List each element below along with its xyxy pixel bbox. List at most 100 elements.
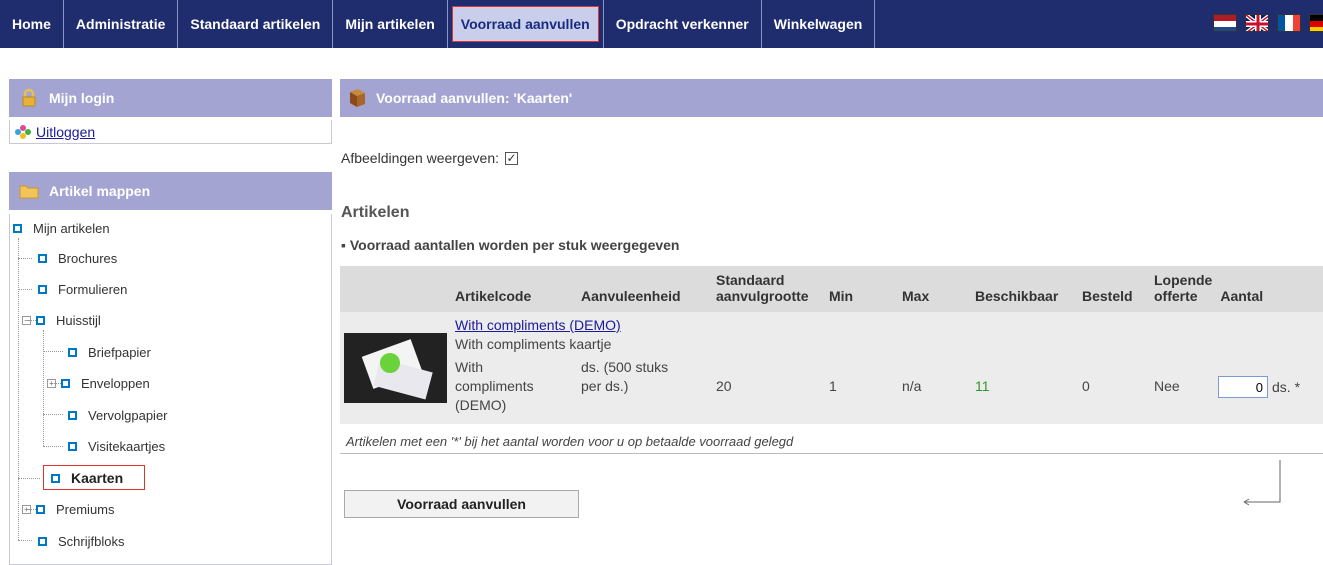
column-header-quantity: Aantal <box>1216 266 1323 312</box>
column-header-standard: Standaard aanvulgrootte <box>712 266 825 312</box>
briefcase-icon <box>350 89 365 107</box>
nav-home[interactable]: Home <box>0 0 64 48</box>
folder-icon <box>19 185 39 199</box>
folder-node-icon <box>38 284 47 294</box>
column-header-standard-line2: aanvulgrootte <box>716 288 809 304</box>
article-code: With compliments (DEMO) <box>451 358 577 415</box>
folder-node-icon <box>51 473 60 483</box>
tree-label: Huisstijl <box>56 312 101 328</box>
table-row: With compliments (DEMO) With compliments… <box>340 312 1323 424</box>
article-code-line1: With <box>455 359 483 375</box>
login-panel-title: Mijn login <box>49 90 115 106</box>
quantity-unit: ds. * <box>1272 378 1301 395</box>
tree-item-premiums[interactable]: + Premiums <box>22 499 115 519</box>
footnote: Artikelen met een '*' bij het aantal wor… <box>340 430 1323 454</box>
show-images-label: Afbeeldingen weergeven: <box>341 150 500 166</box>
column-header-available: Beschikbaar <box>971 266 1078 312</box>
product-description: With compliments kaartje <box>455 336 612 352</box>
german-flag-icon[interactable] <box>1309 14 1323 32</box>
image-column-header <box>340 266 451 312</box>
page-title: Voorraad aanvullen: 'Kaarten' <box>376 90 573 106</box>
folder-node-icon <box>36 504 45 514</box>
login-panel-header: Mijn login <box>9 79 332 117</box>
folder-node-icon <box>68 410 77 420</box>
return-arrow-icon <box>1243 460 1281 506</box>
replenish-unit-line2: per ds.) <box>581 378 629 394</box>
column-header-standard-line1: Standaard <box>716 272 785 288</box>
folders-panel-title: Artikel mappen <box>49 183 151 199</box>
tree-label: Kaarten <box>71 470 124 486</box>
product-image-cell <box>340 312 451 424</box>
dutch-flag-icon[interactable] <box>1213 14 1237 32</box>
tree-item-briefpapier[interactable]: Briefpapier <box>68 342 151 362</box>
tree-item-huisstijl[interactable]: − Huisstijl <box>22 310 101 330</box>
nav-mijn-artikelen[interactable]: Mijn artikelen <box>333 0 448 48</box>
articles-table: Artikelcode Aanvuleenheid Standaard aanvu… <box>340 266 1323 424</box>
quote-value: Nee <box>1154 378 1180 394</box>
top-navigation: Home Administratie Standaard artikelen M… <box>0 0 1323 48</box>
colorful-dots-icon <box>15 124 31 139</box>
folder-node-icon <box>68 441 77 451</box>
stock-note: ▪ Voorraad aantallen worden per stuk wee… <box>341 237 680 253</box>
tree-item-kaarten[interactable]: Kaarten <box>51 468 123 488</box>
min-value: 1 <box>829 378 837 394</box>
tree-label: Schrijfbloks <box>58 533 125 549</box>
ordered-value: 0 <box>1082 378 1090 394</box>
show-images-checkbox[interactable]: ✓ <box>505 151 519 165</box>
max-value: n/a <box>902 378 922 394</box>
folder-node-icon <box>38 253 47 263</box>
folder-node-icon <box>36 315 45 325</box>
nav-voorraad-aanvullen[interactable]: Voorraad aanvullen <box>448 0 604 48</box>
replenish-stock-button[interactable]: Voorraad aanvullen <box>344 490 579 518</box>
tree-label: Mijn artikelen <box>33 220 110 236</box>
column-header-quote: Lopende offerte <box>1150 266 1217 312</box>
replenish-unit: ds. (500 stuks per ds.) <box>577 358 712 415</box>
tree-item-schrijfbloks[interactable]: Schrijfbloks <box>38 531 124 551</box>
folder-node-icon <box>38 536 47 546</box>
uk-flag-icon[interactable] <box>1245 14 1269 32</box>
product-link[interactable]: With compliments (DEMO) <box>455 317 621 333</box>
tree-item-mijn-artikelen[interactable]: Mijn artikelen <box>13 218 110 238</box>
french-flag-icon[interactable] <box>1277 14 1301 32</box>
quantity-cell: ds. * <box>1214 376 1300 415</box>
tree-label: Premiums <box>56 501 115 517</box>
expand-icon[interactable]: + <box>47 378 56 388</box>
nav-administratie[interactable]: Administratie <box>64 0 179 48</box>
tree-item-formulieren[interactable]: Formulieren <box>38 279 127 299</box>
main-panel-header: Voorraad aanvullen: 'Kaarten' <box>340 79 1323 117</box>
logout-row: Uitloggen <box>9 120 332 144</box>
tree-label: Enveloppen <box>81 375 150 391</box>
column-header-quote-line2: offerte <box>1154 288 1198 304</box>
lock-icon <box>22 88 36 107</box>
expand-icon[interactable]: + <box>22 504 31 514</box>
column-header-ordered: Besteld <box>1078 266 1150 312</box>
available-value: 11 <box>975 378 990 394</box>
collapse-icon[interactable]: − <box>22 315 31 325</box>
folder-node-icon <box>68 347 77 357</box>
nav-standaard-artikelen[interactable]: Standaard artikelen <box>178 0 334 48</box>
folders-panel-header: Artikel mappen <box>9 172 332 210</box>
column-header-unit: Aanvuleenheid <box>577 266 712 312</box>
tree-item-visitekaartjes[interactable]: Visitekaartjes <box>68 436 165 456</box>
nav-voorraad-aanvullen-label: Voorraad aanvullen <box>451 6 599 42</box>
tree-item-brochures[interactable]: Brochures <box>38 248 117 268</box>
column-header-quote-line1: Lopende <box>1154 272 1213 288</box>
section-title: Artikelen <box>341 204 410 221</box>
article-code-line3: (DEMO) <box>455 397 507 413</box>
article-code-line2: compliments <box>455 378 534 394</box>
folder-node-icon <box>61 378 70 388</box>
tree-label: Vervolgpapier <box>88 407 168 423</box>
nav-winkelwagen[interactable]: Winkelwagen <box>762 0 876 48</box>
tree-label: Briefpapier <box>88 344 151 360</box>
quantity-input[interactable] <box>1218 376 1268 398</box>
tree-item-enveloppen[interactable]: + Enveloppen <box>47 373 150 393</box>
tree-label: Formulieren <box>58 281 128 297</box>
tree-item-vervolgpapier[interactable]: Vervolgpapier <box>68 405 168 425</box>
replenish-unit-line1: ds. (500 stuks <box>581 359 669 375</box>
column-header-min: Min <box>825 266 898 312</box>
nav-opdracht-verkenner[interactable]: Opdracht verkenner <box>604 0 762 48</box>
logout-link[interactable]: Uitloggen <box>36 124 95 140</box>
tree-label: Brochures <box>58 250 118 266</box>
standard-size: 20 <box>716 378 732 394</box>
product-thumbnail[interactable] <box>344 333 447 403</box>
